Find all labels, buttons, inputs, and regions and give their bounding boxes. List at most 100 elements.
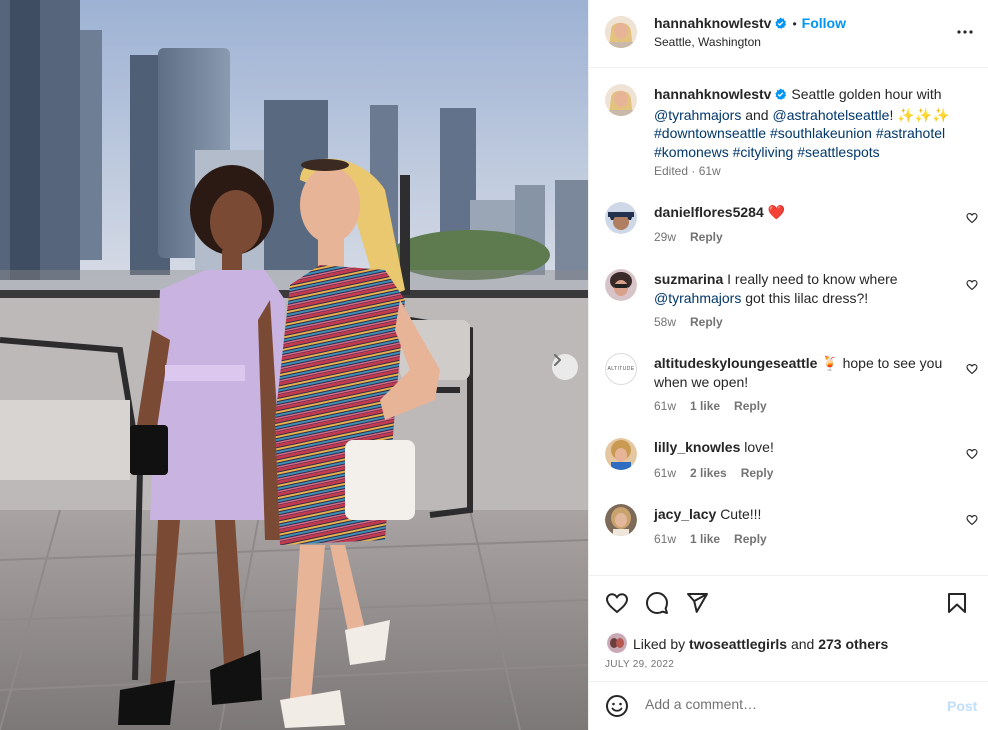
like-button[interactable]: [605, 591, 629, 618]
comment-meta: 61w 1 like Reply: [654, 399, 781, 413]
post-photo[interactable]: [0, 0, 588, 730]
comment-body: suzmarina I really need to know where @t…: [654, 270, 949, 307]
comment-body: jacy_lacy Cute!!!: [654, 505, 949, 524]
comment-meta: 61w 2 likes Reply: [654, 466, 787, 480]
heart-icon: [966, 513, 978, 529]
comment-text: got this lilac dress?!: [745, 289, 869, 306]
comment-body: danielflores5284 ❤️: [654, 203, 949, 222]
reply-button[interactable]: Reply: [734, 399, 767, 413]
separator-dot: •: [792, 17, 797, 31]
comment-button[interactable]: [645, 591, 669, 618]
post-comment-button[interactable]: Post: [947, 698, 977, 714]
post-actions: Liked by twoseattlegirls and 273 others …: [589, 575, 988, 681]
caption-username[interactable]: hannahknowlestv: [654, 86, 771, 102]
comment-avatar[interactable]: [605, 504, 637, 536]
comment-text: I really need to know where: [727, 271, 898, 287]
comment-likes[interactable]: 1 like: [690, 399, 720, 413]
comment-time[interactable]: 61w: [654, 399, 676, 413]
comment-avatar[interactable]: [605, 438, 637, 470]
comment-username[interactable]: jacy_lacy: [654, 506, 716, 522]
comment-like-button[interactable]: [966, 278, 978, 294]
heart-icon: [966, 278, 978, 294]
hashtag[interactable]: #southlakeunion: [770, 125, 872, 141]
comment-time[interactable]: 61w: [654, 466, 676, 480]
author-avatar[interactable]: [605, 16, 637, 48]
reply-button[interactable]: Reply: [741, 466, 774, 480]
comment-time[interactable]: 61w: [654, 532, 676, 546]
post-modal: hannahknowlestv • Follow Seattle, Washingt…: [0, 0, 988, 730]
comment-mention[interactable]: @tyrahmajors: [654, 290, 741, 306]
comment-time[interactable]: 29w: [654, 230, 676, 244]
author-username[interactable]: hannahknowlestv: [654, 15, 771, 31]
post-header: hannahknowlestv • Follow Seattle, Washingt…: [589, 0, 988, 68]
verified-badge-icon: [774, 87, 787, 106]
comment-meta: 58w Reply: [654, 315, 737, 329]
post-caption: hannahknowlestv Seattle golden hour with…: [654, 85, 969, 161]
reply-button[interactable]: Reply: [690, 230, 723, 244]
comment-username[interactable]: lilly_knowles: [654, 439, 740, 455]
comment-likes[interactable]: 2 likes: [690, 466, 727, 480]
caption-bang: !: [889, 106, 894, 123]
comment-likes[interactable]: 1 like: [690, 532, 720, 546]
likes-prefix: Liked by: [633, 636, 686, 652]
comment-meta: 29w Reply: [654, 230, 737, 244]
post-date[interactable]: JULY 29, 2022: [605, 659, 674, 670]
heart-icon: [966, 362, 978, 378]
comment-meta: 61w 1 like Reply: [654, 532, 781, 546]
heart-icon: [966, 447, 978, 463]
hashtag[interactable]: #komonews: [654, 144, 729, 160]
avatar-logo-text: ALTITUDE: [607, 366, 635, 372]
caption-author-avatar[interactable]: [605, 84, 637, 116]
follow-button[interactable]: Follow: [802, 15, 846, 31]
comment-text: Cute!!!: [720, 506, 762, 522]
next-photo-button[interactable]: [552, 354, 578, 380]
paper-plane-icon: [685, 593, 709, 618]
comment-text: ❤️: [767, 204, 786, 220]
verified-badge-icon: [774, 17, 787, 33]
comment-icon: [645, 592, 669, 618]
likes-summary: Liked by twoseattlegirls and 273 others: [633, 636, 888, 652]
header-user-row: hannahknowlestv • Follow: [654, 15, 846, 33]
bookmark-icon: [945, 593, 969, 618]
hashtag[interactable]: #cityliving: [733, 144, 794, 160]
comment-like-button[interactable]: [966, 447, 978, 463]
liker-avatar[interactable]: [607, 633, 627, 653]
comment-like-button[interactable]: [966, 513, 978, 529]
photo-illustration: [0, 0, 588, 730]
comment-time[interactable]: 58w: [654, 315, 676, 329]
comment-username[interactable]: altitudeskyloungeseattle: [654, 355, 817, 371]
comment-input[interactable]: [645, 696, 935, 712]
comment-body: lilly_knowles love!: [654, 438, 949, 457]
comment-avatar[interactable]: [605, 269, 637, 301]
share-button[interactable]: [685, 591, 709, 618]
add-comment-bar: Post: [589, 681, 988, 730]
likes-others-link[interactable]: 273 others: [818, 636, 888, 652]
hashtag[interactable]: #astrahotel: [876, 125, 945, 141]
caption-emoji: ✨✨✨: [897, 106, 950, 123]
more-horizontal-icon: [955, 29, 975, 45]
comment-like-button[interactable]: [966, 362, 978, 378]
more-options-button[interactable]: [955, 22, 975, 45]
post-location[interactable]: Seattle, Washington: [654, 35, 761, 49]
reply-button[interactable]: Reply: [690, 315, 723, 329]
comment-avatar[interactable]: [605, 202, 637, 234]
comment-username[interactable]: danielflores5284: [654, 204, 764, 220]
liker-username[interactable]: twoseattlegirls: [689, 636, 787, 652]
reply-button[interactable]: Reply: [734, 532, 767, 546]
emoji-icon: [605, 695, 629, 721]
caption-text: Seattle golden hour with: [791, 86, 942, 102]
heart-icon: [605, 593, 629, 618]
caption-mention[interactable]: @astrahotelseattle: [772, 107, 889, 123]
caption-mention[interactable]: @tyrahmajors: [654, 107, 741, 123]
hashtag[interactable]: #downtownseattle: [654, 125, 766, 141]
caption-and: and: [745, 106, 769, 123]
post-side-panel: hannahknowlestv • Follow Seattle, Washingt…: [588, 0, 988, 730]
comment-avatar[interactable]: ALTITUDE: [605, 353, 637, 385]
comment-text: love!: [744, 439, 774, 455]
comment-like-button[interactable]: [966, 211, 978, 227]
comment-username[interactable]: suzmarina: [654, 271, 723, 287]
caption-meta: Edited · 61w: [654, 164, 721, 178]
save-button[interactable]: [945, 591, 969, 618]
hashtag[interactable]: #seattlespots: [797, 144, 880, 160]
emoji-button[interactable]: [605, 694, 629, 721]
